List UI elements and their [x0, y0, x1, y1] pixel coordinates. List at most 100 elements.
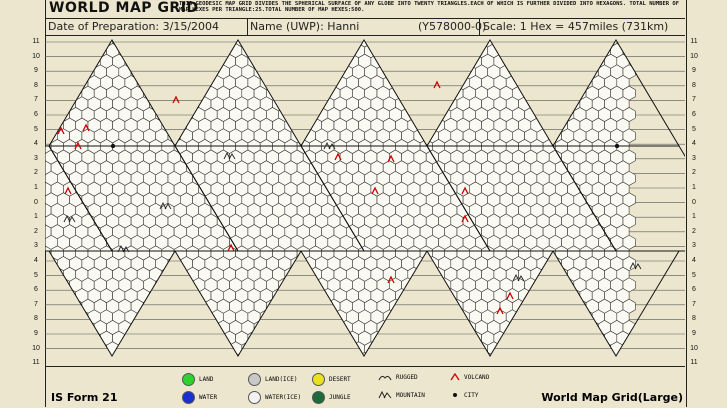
water-ice-swatch [248, 391, 261, 404]
map-hex [45, 43, 58, 59]
map-hex [413, 298, 427, 314]
name-field[interactable]: Name (UWP): Hanni [250, 20, 359, 33]
map-hex [173, 96, 187, 112]
map-hex [536, 64, 550, 80]
map-hex [50, 309, 64, 325]
jungle-swatch [312, 391, 325, 404]
map-hex [554, 352, 568, 356]
map-hex [186, 40, 199, 48]
date-field[interactable]: Date of Preparation: 3/15/2004 [48, 20, 219, 33]
map-hex [69, 43, 83, 59]
map-hex [333, 40, 347, 48]
map-hex [339, 43, 353, 59]
map-hex [302, 43, 316, 59]
map-hex [548, 107, 562, 122]
map-hex [345, 40, 359, 48]
map-hex [395, 75, 409, 91]
volcano-icon [172, 95, 180, 104]
title-bar: WORLD MAP GRID THIS GEODESIC MAP GRID DI… [45, 0, 685, 19]
city-icon [110, 143, 116, 149]
row-label: 2 [34, 227, 38, 235]
land-ice-swatch [248, 373, 261, 386]
map-hex [50, 75, 64, 91]
map-hex [548, 64, 562, 80]
city-icon [614, 143, 620, 149]
map-hex [524, 64, 538, 80]
map-hex [186, 309, 199, 325]
map-hex [136, 352, 150, 356]
row-label: 0 [692, 198, 696, 206]
map-hex [493, 352, 507, 356]
map-hex [567, 330, 581, 346]
map-hex [161, 352, 175, 356]
row-label: 10 [32, 52, 40, 60]
map-hex [554, 96, 568, 112]
row-label: 8 [692, 315, 696, 323]
map-hex [173, 330, 187, 346]
map-hex [315, 64, 329, 80]
row-label: 1 [34, 213, 38, 221]
map-hex [290, 298, 304, 314]
map-hex [579, 330, 593, 346]
map-hex [530, 309, 544, 325]
map-hex [296, 330, 310, 346]
uwp-field[interactable]: (Y578000-0) [418, 20, 486, 33]
map-hex [536, 43, 550, 59]
row-label: 8 [692, 81, 696, 89]
row-label: 1 [34, 184, 38, 191]
map-hex [272, 352, 286, 356]
map-hex [266, 320, 279, 335]
map-hex [524, 43, 538, 59]
map-hex [112, 352, 126, 356]
volcano-icon [450, 373, 460, 381]
map-hex [302, 64, 316, 80]
map-hex [45, 288, 52, 304]
map-hex [290, 85, 304, 101]
map-hex [124, 40, 138, 48]
map-hex [530, 352, 544, 356]
map-hex [567, 309, 581, 325]
map-hex [542, 266, 556, 282]
map-hex [382, 352, 396, 356]
map-hex [284, 309, 298, 325]
map-hex [518, 330, 532, 346]
map-hex [63, 75, 77, 91]
row-label: 9 [34, 67, 38, 75]
map-hex [407, 352, 421, 356]
map-hex [438, 320, 452, 335]
map-hex [438, 64, 452, 80]
map-hex [247, 330, 261, 346]
row-label: 2 [692, 169, 696, 177]
map-hex [419, 309, 433, 325]
row-label: 5 [692, 125, 696, 133]
map-hex [315, 43, 329, 59]
map-hex [278, 298, 292, 314]
map-hex [296, 266, 310, 282]
map-hex [290, 43, 304, 59]
map-hex [124, 330, 138, 346]
map-hex [309, 75, 323, 91]
map-hex [50, 330, 64, 346]
map-hex [180, 43, 193, 59]
map-hex [370, 330, 384, 346]
map-hex [45, 40, 52, 48]
legend-city: CITY [450, 391, 478, 399]
map-grid[interactable] [44, 36, 727, 364]
map-hex [272, 40, 286, 48]
map-hex [542, 288, 556, 304]
map-hex [130, 320, 144, 335]
map-hex [272, 309, 286, 325]
map-hex [511, 320, 525, 335]
map-hex [315, 320, 329, 335]
map-hex [130, 43, 144, 59]
map-hex [192, 64, 206, 80]
row-label: 2 [692, 227, 696, 235]
scale-field[interactable]: Scale: 1 Hex = 457miles (731km) [483, 20, 668, 33]
map-hex [536, 298, 550, 314]
map-hex [561, 85, 575, 101]
map-hex [309, 96, 323, 112]
map-hex [407, 40, 421, 48]
map-hex [45, 352, 52, 356]
map-hex [247, 352, 261, 356]
map-hex [432, 309, 446, 325]
